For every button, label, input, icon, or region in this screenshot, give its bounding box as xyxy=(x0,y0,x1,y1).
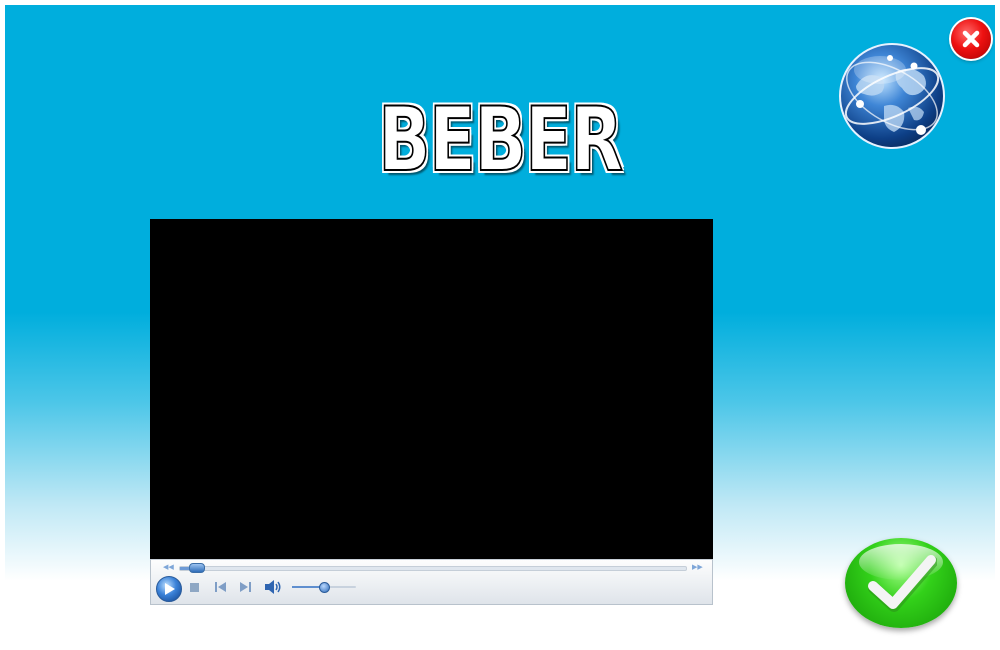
app-title: BEBER xyxy=(110,95,890,185)
play-icon xyxy=(165,583,175,595)
confirm-button[interactable] xyxy=(845,538,957,628)
volume-slider-thumb[interactable] xyxy=(319,582,330,593)
next-track-icon[interactable] xyxy=(240,582,251,592)
video-player[interactable]: ◀◀ ▶▶ xyxy=(150,219,713,605)
seek-bar-thumb[interactable] xyxy=(189,563,206,573)
video-screen[interactable] xyxy=(150,219,713,559)
app-title-text: BEBER xyxy=(377,88,624,191)
rewind-icon[interactable]: ◀◀ xyxy=(163,563,174,571)
fast-forward-icon[interactable]: ▶▶ xyxy=(692,563,703,571)
app-window: BEBER ◀◀ ▶▶ xyxy=(5,5,995,645)
seek-bar[interactable] xyxy=(179,566,687,571)
previous-track-icon[interactable] xyxy=(215,582,226,592)
speaker-volume-icon[interactable] xyxy=(265,580,282,594)
checkmark-icon xyxy=(868,555,937,612)
player-controls: ◀◀ ▶▶ xyxy=(150,559,713,605)
close-x-icon xyxy=(962,30,980,48)
play-button[interactable] xyxy=(156,576,182,602)
stop-icon[interactable] xyxy=(190,583,199,592)
close-button[interactable] xyxy=(951,19,991,59)
